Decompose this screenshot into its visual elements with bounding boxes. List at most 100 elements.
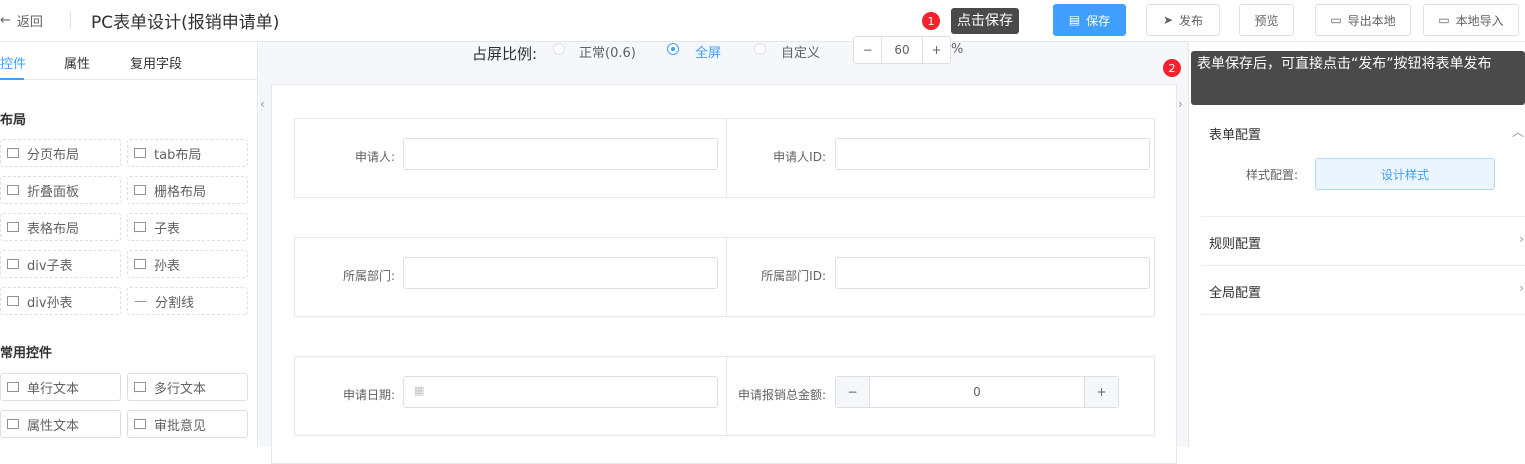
radio-fullscreen[interactable] <box>667 43 679 55</box>
field-label-total-amount: 申请报销总金额: <box>737 388 826 402</box>
component-multi-line-text[interactable]: 多行文本 <box>127 373 248 401</box>
percent-sign: % <box>951 42 964 57</box>
tooltip-save: 点击保存 <box>951 8 1019 34</box>
component-table-layout[interactable]: 表格布局 <box>0 213 121 241</box>
input-icon <box>7 419 19 429</box>
back-button[interactable]: ← 返回 <box>0 11 43 30</box>
textarea-icon <box>134 419 146 429</box>
form-cell: 申请人: <box>295 119 725 197</box>
folder-open-icon: ▭ <box>1438 13 1450 27</box>
field-label-applicant: 申请人: <box>354 150 395 164</box>
back-label: 返回 <box>16 15 43 30</box>
radio-fullscreen-label[interactable]: 全屏 <box>695 42 721 61</box>
form-cell: 所属部门: <box>295 238 725 316</box>
layout-section-title: 布局 <box>0 113 27 128</box>
field-label-applicant-id: 申请人ID: <box>773 150 826 164</box>
screen-ratio-bar: 占屏比例: 正常(0.6) 全屏 自定义 − 60 + % <box>259 36 1188 82</box>
table-icon <box>134 222 146 232</box>
radio-normal[interactable] <box>553 43 565 55</box>
field-label-department: 所属部门: <box>342 269 395 283</box>
design-style-button[interactable]: 设计样式 <box>1315 158 1495 190</box>
component-divider[interactable]: — 分割线 <box>127 287 248 315</box>
save-icon: ▤ <box>1068 13 1081 27</box>
global-config-section[interactable]: 全局配置 › <box>1201 266 1525 315</box>
form-cell: 所属部门ID: <box>726 238 1156 316</box>
amount-value[interactable]: 0 <box>870 377 1084 407</box>
preview-button[interactable]: 预览 <box>1239 4 1294 36</box>
tab-controls[interactable]: 控件 <box>0 53 26 72</box>
total-amount-stepper[interactable]: − 0 + <box>835 376 1119 408</box>
style-config-label: 样式配置: <box>1246 168 1299 182</box>
tab-reuse-fields[interactable]: 复用字段 <box>130 53 182 72</box>
applicant-id-input[interactable] <box>835 138 1150 170</box>
apply-date-picker[interactable]: ▦ <box>403 376 718 408</box>
form-row: 申请人: 申请人ID: <box>294 118 1155 198</box>
ratio-stepper[interactable]: − 60 + <box>853 36 951 64</box>
component-collapse-panel[interactable]: 折叠面板 <box>0 176 121 204</box>
header-divider <box>70 12 71 28</box>
radio-normal-label[interactable]: 正常(0.6) <box>579 42 636 61</box>
step-badge-2: 2 <box>1163 59 1181 77</box>
component-panel: 控件 属性 复用字段 布局 分页布局 tab布局 折叠面板 栅格布局 表格布局 … <box>0 42 258 447</box>
form-cell: 申请报销总金额: − 0 + <box>726 357 1156 435</box>
form-config-title: 表单配置 <box>1209 128 1262 143</box>
paging-icon <box>7 148 19 158</box>
collapse-right-icon[interactable]: › <box>1178 97 1183 111</box>
export-button[interactable]: ▭ 导出本地 <box>1315 4 1411 36</box>
input-icon <box>7 382 19 392</box>
amount-minus-button[interactable]: − <box>836 377 870 407</box>
send-icon: ➤ <box>1162 13 1174 27</box>
grid-icon <box>134 185 146 195</box>
tooltip-publish: 表单保存后，可直接点击“发布”按钮将表单发布 <box>1191 51 1525 105</box>
panel-tabs: 控件 属性 复用字段 <box>0 42 258 80</box>
table-icon <box>7 296 19 306</box>
form-config-section[interactable]: 表单配置 ︿ 样式配置: 设计样式 <box>1201 108 1525 217</box>
ratio-value[interactable]: 60 <box>882 37 922 63</box>
textarea-icon <box>134 382 146 392</box>
publish-button[interactable]: ➤ 发布 <box>1146 4 1220 36</box>
step-badge-1: 1 <box>922 12 940 30</box>
calendar-icon: ▦ <box>414 384 425 397</box>
component-div-grandchild-table[interactable]: div孙表 <box>0 287 121 315</box>
department-id-input[interactable] <box>835 257 1150 289</box>
component-subtable[interactable]: 子表 <box>127 213 248 241</box>
active-tab-indicator <box>0 78 24 80</box>
component-grid-layout[interactable]: 栅格布局 <box>127 176 248 204</box>
field-label-apply-date: 申请日期: <box>342 388 395 402</box>
radio-custom[interactable] <box>754 43 766 55</box>
component-approval-opinion[interactable]: 审批意见 <box>127 410 248 438</box>
ratio-minus-button[interactable]: − <box>854 37 882 63</box>
department-input[interactable] <box>403 257 718 289</box>
divider-icon: — <box>134 293 147 309</box>
form-cell: 申请日期: ▦ <box>295 357 725 435</box>
collapse-icon <box>7 185 19 195</box>
header-bar: ← 返回 PC表单设计(报销申请单) 1 点击保存 ▤ 保存 ➤ 发布 预览 ▭… <box>0 0 1525 42</box>
chevron-up-icon: ︿ <box>1511 125 1524 139</box>
chevron-right-icon: › <box>1519 281 1524 295</box>
radio-custom-label[interactable]: 自定义 <box>781 42 820 61</box>
collapse-left-icon[interactable]: ‹ <box>260 97 265 111</box>
design-canvas-area: 占屏比例: 正常(0.6) 全屏 自定义 − 60 + % ‹ › 申请人: 申… <box>259 36 1188 464</box>
tab-properties[interactable]: 属性 <box>64 53 90 72</box>
component-paging-layout[interactable]: 分页布局 <box>0 139 121 167</box>
form-cell: 申请人ID: <box>726 119 1156 197</box>
rule-config-title: 规则配置 <box>1209 237 1262 252</box>
common-section-title: 常用控件 <box>0 346 53 361</box>
save-button[interactable]: ▤ 保存 <box>1053 4 1126 36</box>
arrow-left-icon: ← <box>0 13 11 28</box>
import-button[interactable]: ▭ 本地导入 <box>1423 4 1519 36</box>
form-row: 所属部门: 所属部门ID: <box>294 237 1155 317</box>
component-tab-layout[interactable]: tab布局 <box>127 139 248 167</box>
component-single-line-text[interactable]: 单行文本 <box>0 373 121 401</box>
form-canvas: 申请人: 申请人ID: 所属部门: 所属部门ID: 申请日期: ▦ 申请报销总金… <box>271 84 1177 464</box>
ratio-plus-button[interactable]: + <box>922 37 950 63</box>
component-div-subtable[interactable]: div子表 <box>0 250 121 278</box>
global-config-title: 全局配置 <box>1209 286 1262 301</box>
component-grandchild-table[interactable]: 孙表 <box>127 250 248 278</box>
table-layout-icon <box>7 222 19 232</box>
amount-plus-button[interactable]: + <box>1084 377 1118 407</box>
table-icon <box>134 259 146 269</box>
applicant-input[interactable] <box>403 138 718 170</box>
component-attribute-text[interactable]: 属性文本 <box>0 410 121 438</box>
rule-config-section[interactable]: 规则配置 › <box>1201 217 1525 266</box>
